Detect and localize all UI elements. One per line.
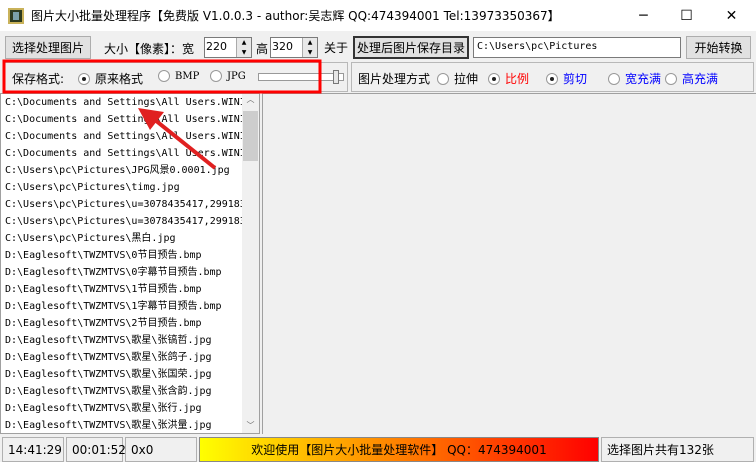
annotation-overlay <box>2 59 322 170</box>
arrow-head-icon <box>138 108 164 130</box>
arrow-shaft <box>153 118 217 170</box>
highlight-box <box>2 59 322 94</box>
